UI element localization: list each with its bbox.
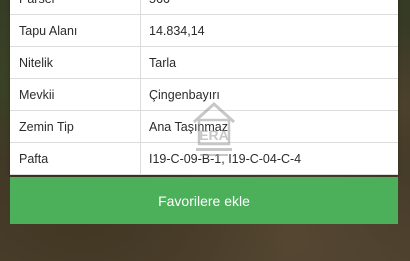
- info-row-key: Tapu Alanı: [10, 15, 141, 46]
- info-row-zemin-tip: Zemin Tip Ana Taşınmaz: [10, 111, 398, 143]
- add-to-favorites-button[interactable]: Favorilere ekle: [10, 177, 398, 224]
- info-row-value: Çingenbayırı: [149, 87, 220, 102]
- info-row-value: 14.834,14: [149, 23, 205, 38]
- info-row-value: I19-C-09-B-1, I19-C-04-C-4: [149, 151, 302, 166]
- parcel-info-sheet: Parsel 566 Tapu Alanı 14.834,14 Nitelik …: [10, 0, 398, 175]
- info-row-tapu-alani: Tapu Alanı 14.834,14: [10, 15, 398, 47]
- info-row-key: Nitelik: [10, 47, 141, 78]
- info-row-parsel: Parsel 566: [10, 0, 398, 15]
- info-row-mevkii: Mevkii Çingenbayırı: [10, 79, 398, 111]
- info-row-nitelik: Nitelik Tarla: [10, 47, 398, 79]
- info-row-key: Mevkii: [10, 79, 141, 110]
- info-row-value: 566: [141, 0, 398, 14]
- info-row-key: Zemin Tip: [10, 111, 141, 142]
- info-row-key: Parsel: [10, 0, 141, 14]
- info-row-value: Tarla: [149, 55, 177, 70]
- info-row-pafta: Pafta I19-C-09-B-1, I19-C-04-C-4: [10, 143, 398, 175]
- info-row-key: Pafta: [10, 143, 141, 174]
- info-row-value: Ana Taşınmaz: [149, 119, 228, 134]
